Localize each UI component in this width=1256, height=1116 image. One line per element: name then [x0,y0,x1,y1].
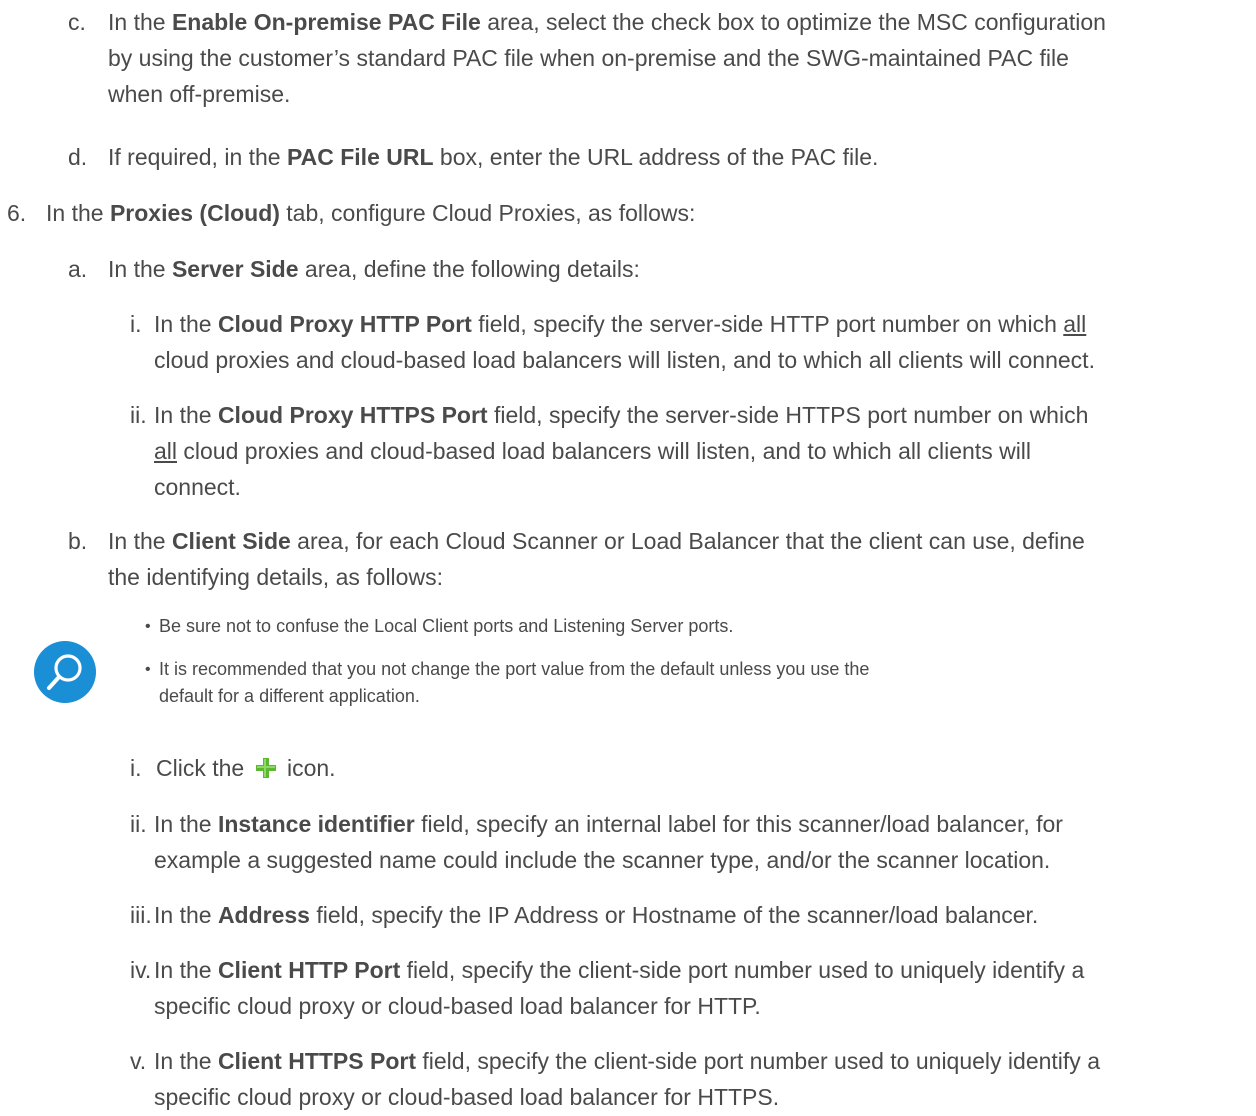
step-marker: 6. [7,200,27,226]
step-text: area, select the check box to optimize t… [480,9,1106,35]
step-text: field, specify the server-side HTTPS por… [487,402,1089,428]
search-icon [34,641,96,703]
ui-term: Cloud Proxy HTTPS Port [217,402,488,428]
step-text: In the [154,1048,218,1074]
emphasis: all [1063,311,1087,337]
step-marker: a. [68,256,88,282]
step-marker: b. [68,528,88,554]
step-marker: ii. [130,811,147,837]
step-marker: iv. [130,957,152,983]
step-marker: d. [68,144,88,170]
step-text: the identifying details, as follows: [108,564,443,590]
step-text: example a suggested name could include t… [154,847,1051,873]
step-text: field, specify an internal label for thi… [414,811,1063,837]
step-text: specific cloud proxy or cloud-based load… [154,1084,780,1110]
step-marker: c. [68,9,86,35]
step-text: connect. [154,474,241,500]
step-text: tab, configure Cloud Proxies, as follows… [279,200,696,226]
step-marker: ii. [130,402,147,428]
ui-term: PAC File URL [287,144,434,170]
step-text: box, enter the URL address of the PAC fi… [433,144,879,170]
step-text: If required, in the [108,144,287,170]
step-text: field, specify the server-side HTTP port… [471,311,1064,337]
step-text: Click the [156,755,245,781]
step-text: In the [46,200,110,226]
note-text: Be sure not to confuse the Local Client … [159,616,734,636]
ui-term: Client HTTPS Port [217,1048,416,1074]
step-text: In the [154,902,218,928]
bullet: • [145,618,151,635]
emphasis: all [154,438,178,464]
step-text: cloud proxies and cloud-based load balan… [154,347,1095,373]
step-text: when off-premise. [108,81,291,107]
step-text: specific cloud proxy or cloud-based load… [154,993,761,1019]
step-marker: v. [130,1048,147,1074]
step-text: In the [154,402,218,428]
ui-term: Address [217,902,310,928]
ui-term: Client HTTP Port [217,957,401,983]
step-text: In the [108,528,172,554]
step-marker: i. [130,755,142,781]
step-text: In the [108,9,172,35]
ui-term: Instance identifier [217,811,415,837]
step-text: by using the customer’s standard PAC fil… [108,45,1069,71]
ui-term: Cloud Proxy HTTP Port [217,311,472,337]
step-text: In the [108,256,172,282]
step-text: field, specify the client-side port numb… [400,957,1085,983]
ui-term: Server Side [171,256,299,282]
ui-term: Client Side [171,528,291,554]
step-text: cloud proxies and cloud-based load balan… [177,438,1032,464]
ui-term: Enable On-premise PAC File [171,9,481,35]
step-text: In the [154,957,218,983]
step-text: area, for each Cloud Scanner or Load Bal… [290,528,1085,554]
step-text: icon. [286,755,336,781]
step-marker: iii. [130,902,152,928]
ui-term: Proxies (Cloud) [109,200,280,226]
note-text: default for a different application. [159,686,420,706]
bullet: • [145,661,151,678]
step-text: In the [154,811,218,837]
green-plus-icon [255,753,277,778]
step-text: field, specify the IP Address or Hostnam… [309,902,1039,928]
step-marker: i. [130,311,142,337]
note-text: It is recommended that you not change th… [159,659,870,679]
step-text: In the [154,311,218,337]
step-text: area, define the following details: [298,256,640,282]
step-text: field, specify the client-side port numb… [416,1048,1100,1074]
